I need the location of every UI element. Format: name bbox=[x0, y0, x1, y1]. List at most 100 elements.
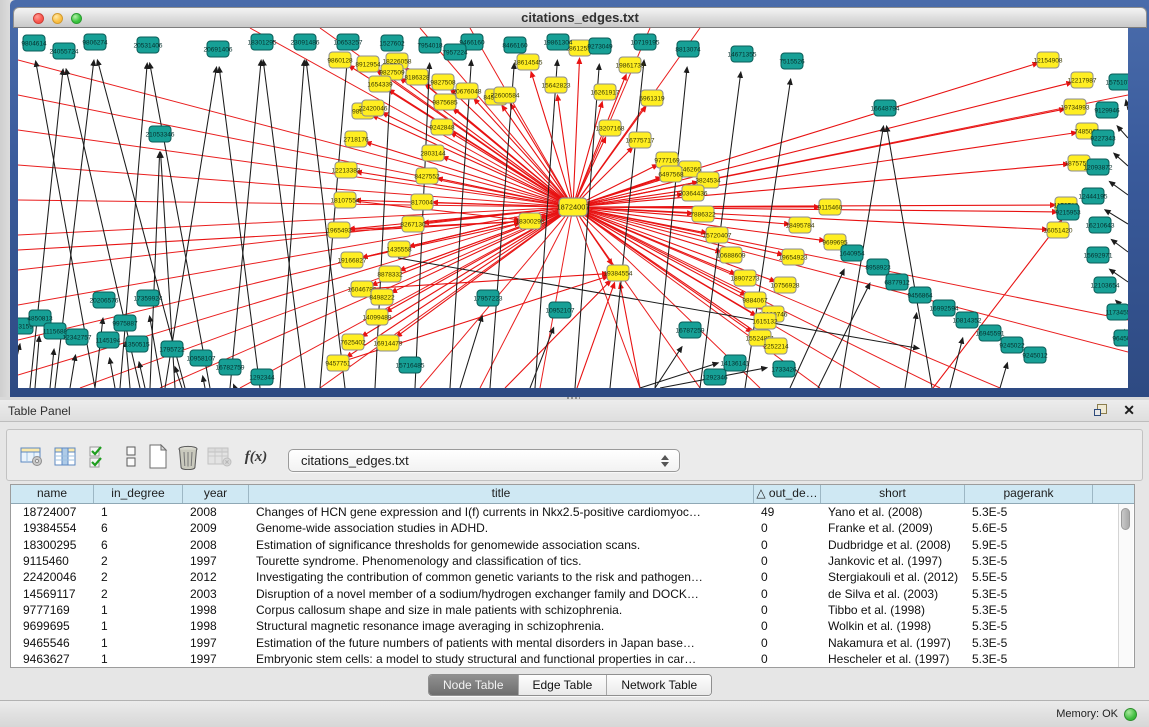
column-header-2[interactable]: year bbox=[183, 485, 249, 503]
network-node[interactable]: 20531406 bbox=[134, 37, 163, 53]
table-row[interactable]: 969969511998Structural magnetic resonanc… bbox=[11, 618, 1134, 634]
network-node[interactable]: 9242848 bbox=[429, 119, 455, 135]
table-cell[interactable]: 9463627 bbox=[11, 652, 94, 666]
table-cell[interactable]: 14569117 bbox=[11, 587, 94, 601]
network-node[interactable]: 6497568 bbox=[658, 166, 684, 182]
network-node[interactable]: 9129946 bbox=[1094, 102, 1120, 118]
network-node[interactable]: 7886322 bbox=[690, 206, 716, 222]
table-cell[interactable]: Nakamura et al. (1997) bbox=[821, 636, 965, 650]
table-cell[interactable]: 9699695 bbox=[11, 619, 94, 633]
table-cell[interactable]: 0 bbox=[754, 570, 821, 584]
network-node[interactable]: 1654339 bbox=[367, 76, 393, 92]
network-node[interactable]: 19734993 bbox=[1061, 99, 1090, 115]
network-node[interactable]: 23091486 bbox=[291, 34, 320, 50]
network-node[interactable]: 9115460 bbox=[818, 199, 843, 215]
column-header-6[interactable]: pagerank bbox=[965, 485, 1093, 503]
table-cell[interactable]: Corpus callosum shape and size in male p… bbox=[249, 603, 754, 617]
network-node[interactable]: 1640954 bbox=[839, 245, 865, 261]
network-node[interactable]: 19384554 bbox=[604, 265, 633, 281]
network-node[interactable]: 12093872 bbox=[1084, 159, 1113, 175]
network-node[interactable]: 18495784 bbox=[786, 217, 815, 233]
network-node[interactable]: 9975887 bbox=[112, 315, 138, 331]
network-node[interactable]: 8267130 bbox=[400, 216, 426, 232]
network-node[interactable]: 19654923 bbox=[779, 249, 808, 265]
table-cell[interactable]: 5.3E-5 bbox=[965, 603, 1093, 617]
table-cell[interactable]: 2012 bbox=[183, 570, 249, 584]
network-node[interactable]: 7515526 bbox=[779, 53, 805, 69]
table-cell[interactable]: 6 bbox=[94, 538, 183, 552]
network-node[interactable]: 17957223 bbox=[474, 290, 503, 306]
network-node[interactable]: 16648794 bbox=[871, 100, 900, 116]
table-cell[interactable]: 2009 bbox=[183, 521, 249, 535]
network-node[interactable]: 15692971 bbox=[1084, 247, 1113, 263]
memory-indicator[interactable]: Memory: OK bbox=[1056, 706, 1137, 722]
network-node[interactable]: 7957224 bbox=[442, 44, 468, 60]
table-cell[interactable]: 18724007 bbox=[11, 505, 94, 519]
network-node[interactable]: 8186328 bbox=[404, 69, 430, 85]
network-node[interactable]: 12103654 bbox=[1091, 277, 1120, 293]
table-cell[interactable]: 1 bbox=[94, 619, 183, 633]
network-node[interactable]: 9215953 bbox=[1055, 204, 1081, 220]
table-cell[interactable]: 5.5E-5 bbox=[965, 570, 1093, 584]
table-cell[interactable]: Yano et al. (2008) bbox=[821, 505, 965, 519]
table-row[interactable]: 946362711997Embryonic stem cells: a mode… bbox=[11, 651, 1134, 667]
table-cell[interactable]: Disruption of a novel member of a sodium… bbox=[249, 587, 754, 601]
network-node[interactable]: 24055724 bbox=[50, 43, 79, 59]
network-node[interactable]: 10958107 bbox=[187, 350, 216, 366]
network-node[interactable]: 18614545 bbox=[514, 54, 543, 70]
network-node[interactable]: 12154908 bbox=[1034, 52, 1063, 68]
network-node[interactable]: 9806274 bbox=[82, 34, 108, 50]
network-node[interactable]: 2718176 bbox=[343, 131, 369, 147]
table-cell[interactable]: 2008 bbox=[183, 505, 249, 519]
network-node[interactable]: 18300295 bbox=[516, 213, 545, 229]
table-cell[interactable]: 0 bbox=[754, 587, 821, 601]
table-cell[interactable]: 0 bbox=[754, 636, 821, 650]
table-cell[interactable]: 1 bbox=[94, 505, 183, 519]
table-cell[interactable]: 5.9E-5 bbox=[965, 538, 1093, 552]
network-node[interactable]: 7954018 bbox=[417, 37, 443, 53]
network-node[interactable]: 16210643 bbox=[1086, 217, 1115, 233]
table-row[interactable]: 946554611997Estimation of the future num… bbox=[11, 634, 1134, 650]
table-vertical-scrollbar[interactable] bbox=[1118, 504, 1133, 667]
table-row[interactable]: 1872400712008Changes of HCN gene express… bbox=[11, 504, 1134, 520]
table-cell[interactable]: 0 bbox=[754, 538, 821, 552]
network-node[interactable]: 15751074 bbox=[1106, 74, 1128, 90]
table-cell[interactable]: Investigating the contribution of common… bbox=[249, 570, 754, 584]
network-node[interactable]: 8813074 bbox=[675, 41, 701, 57]
network-node[interactable]: 9457751 bbox=[325, 355, 351, 371]
network-node[interactable]: 10688609 bbox=[717, 247, 746, 263]
network-node[interactable]: 21053346 bbox=[146, 126, 175, 142]
network-node[interactable]: 8958923 bbox=[865, 259, 891, 275]
column-header-1[interactable]: in_degree bbox=[94, 485, 183, 503]
network-node[interactable]: 10719195 bbox=[631, 34, 660, 50]
table-cell[interactable]: 1 bbox=[94, 652, 183, 666]
column-header-4[interactable]: △ out_de… bbox=[754, 485, 821, 503]
network-node[interactable]: 1733426 bbox=[771, 361, 797, 377]
table-cell[interactable]: 6 bbox=[94, 521, 183, 535]
network-node[interactable]: 17359924 bbox=[134, 290, 163, 306]
network-node[interactable]: 15642823 bbox=[542, 77, 571, 93]
network-view[interactable]: 9860128891295418226058982750916543398186… bbox=[18, 28, 1128, 388]
table-cell[interactable]: 5.3E-5 bbox=[965, 636, 1093, 650]
network-node[interactable]: 14136141 bbox=[721, 355, 750, 371]
table-cell[interactable]: 9777169 bbox=[11, 603, 94, 617]
network-node[interactable]: 20364436 bbox=[679, 185, 708, 201]
network-node[interactable]: 18301295 bbox=[248, 34, 277, 50]
table-cell[interactable]: 0 bbox=[754, 603, 821, 617]
table-select-combo[interactable]: citations_edges.txt bbox=[288, 449, 680, 472]
table-cell[interactable]: 22420046 bbox=[11, 570, 94, 584]
table-cell[interactable]: Estimation of the future numbers of pati… bbox=[249, 636, 754, 650]
network-node[interactable]: 10952107 bbox=[546, 302, 575, 318]
table-row[interactable]: 2242004622012Investigating the contribut… bbox=[11, 569, 1134, 585]
network-node[interactable]: 817004 bbox=[411, 194, 433, 210]
table-cell[interactable]: 0 bbox=[754, 652, 821, 666]
table-cell[interactable]: Wolkin et al. (1998) bbox=[821, 619, 965, 633]
tab-network-table[interactable]: Network Table bbox=[607, 675, 711, 695]
table-cell[interactable]: 5.3E-5 bbox=[965, 587, 1093, 601]
network-node[interactable]: 1965493 bbox=[326, 222, 352, 238]
table-cell[interactable]: 0 bbox=[754, 619, 821, 633]
network-node[interactable]: 12342757 bbox=[63, 329, 92, 345]
table-cell[interactable]: de Silva et al. (2003) bbox=[821, 587, 965, 601]
table-cell[interactable]: 5.3E-5 bbox=[965, 652, 1093, 666]
network-node[interactable]: 19861739 bbox=[616, 57, 645, 73]
